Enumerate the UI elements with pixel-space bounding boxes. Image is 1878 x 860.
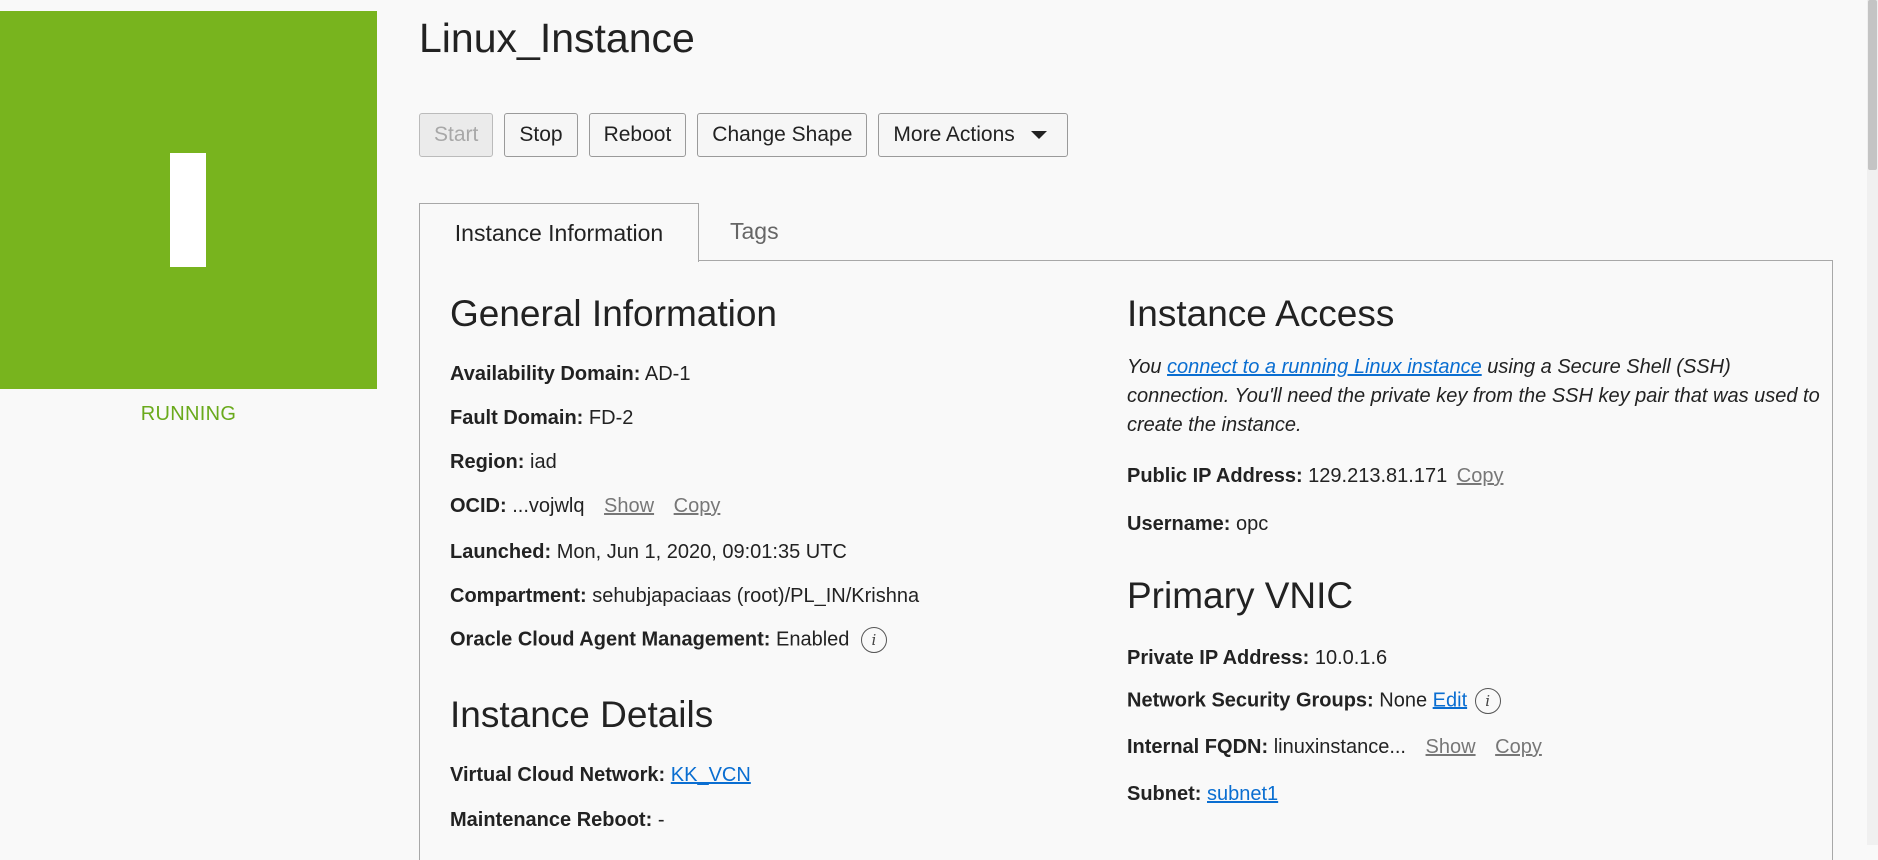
private-ip-label: Private IP Address: xyxy=(1127,647,1310,669)
region-row: Region: iad xyxy=(450,451,557,474)
instance-status-tile xyxy=(0,11,377,389)
info-icon[interactable]: i xyxy=(860,627,887,653)
page-scrollbar[interactable] xyxy=(1867,0,1878,845)
vcn-row: Virtual Cloud Network: KK_VCN xyxy=(450,764,751,787)
connect-instance-link[interactable]: connect to a running Linux instance xyxy=(1167,356,1482,378)
internal-fqdn-value: linuxinstance... xyxy=(1273,736,1406,758)
availability-domain-label: Availability Domain: xyxy=(450,363,641,385)
fqdn-copy-link[interactable]: Copy xyxy=(1495,736,1542,758)
subnet-row: Subnet: subnet1 xyxy=(1127,783,1278,806)
public-ip-value: 129.213.81.171 xyxy=(1308,465,1448,487)
agent-management-row: Oracle Cloud Agent Management: Enabled i xyxy=(450,627,887,653)
change-shape-button[interactable]: Change Shape xyxy=(697,113,868,157)
info-icon[interactable]: i xyxy=(1474,688,1501,714)
fqdn-show-link[interactable]: Show xyxy=(1426,736,1476,758)
internal-fqdn-label: Internal FQDN: xyxy=(1127,736,1269,758)
private-ip-row: Private IP Address: 10.0.1.6 xyxy=(1127,647,1387,670)
region-value: iad xyxy=(530,451,557,473)
compartment-row: Compartment: sehubjapaciaas (root)/PL_IN… xyxy=(450,585,919,608)
access-text-before: You xyxy=(1127,356,1168,378)
username-row: Username: opc xyxy=(1127,513,1268,536)
instance-status-label: RUNNING xyxy=(140,403,237,425)
agent-management-value: Enabled xyxy=(775,628,850,651)
nsg-row: Network Security Groups: None Edit i xyxy=(1127,688,1501,714)
start-button[interactable]: Start xyxy=(419,113,494,157)
more-actions-button[interactable]: More Actions xyxy=(878,113,1068,157)
maintenance-reboot-label: Maintenance Reboot: xyxy=(450,809,653,831)
general-information-heading: General Information xyxy=(450,293,778,334)
region-label: Region: xyxy=(450,451,525,473)
ocid-value: ...vojwlq xyxy=(512,495,585,517)
tab-instance-information[interactable]: Instance Information xyxy=(419,203,699,262)
scrollbar-thumb[interactable] xyxy=(1868,0,1877,170)
subnet-label: Subnet: xyxy=(1127,783,1202,805)
ocid-copy-link[interactable]: Copy xyxy=(674,495,721,517)
page-title: Linux_Instance xyxy=(419,15,695,61)
nsg-edit-link[interactable]: Edit xyxy=(1433,689,1467,711)
launched-row: Launched: Mon, Jun 1, 2020, 09:01:35 UTC xyxy=(450,541,847,564)
subnet-link[interactable]: subnet1 xyxy=(1207,783,1278,805)
launched-value: Mon, Jun 1, 2020, 09:01:35 UTC xyxy=(556,541,847,563)
public-ip-label: Public IP Address: xyxy=(1127,465,1303,487)
username-value: opc xyxy=(1235,513,1269,535)
reboot-button[interactable]: Reboot xyxy=(588,113,687,157)
instance-access-description: You connect to a running Linux instance … xyxy=(1127,353,1827,440)
private-ip-value: 10.0.1.6 xyxy=(1314,647,1388,669)
compartment-label: Compartment: xyxy=(450,585,587,607)
fault-domain-label: Fault Domain: xyxy=(450,407,584,429)
action-toolbar: Start Stop Reboot Change Shape More Acti… xyxy=(419,113,1068,157)
ocid-show-link[interactable]: Show xyxy=(604,495,654,517)
maintenance-reboot-value: - xyxy=(657,809,665,831)
caret-down-icon xyxy=(1030,131,1047,139)
launched-label: Launched: xyxy=(450,541,552,563)
public-ip-row: Public IP Address: 129.213.81.171 Copy xyxy=(1127,465,1503,488)
maintenance-reboot-row: Maintenance Reboot: - xyxy=(450,809,664,832)
availability-domain-row: Availability Domain: AD-1 xyxy=(450,363,690,386)
nsg-label: Network Security Groups: xyxy=(1127,689,1374,712)
internal-fqdn-row: Internal FQDN: linuxinstance... Show Cop… xyxy=(1127,736,1542,759)
tab-tags[interactable]: Tags xyxy=(730,218,779,245)
fault-domain-row: Fault Domain: FD-2 xyxy=(450,407,633,430)
instance-access-heading: Instance Access xyxy=(1127,293,1395,334)
instance-letter-icon xyxy=(170,153,206,267)
vcn-link[interactable]: KK_VCN xyxy=(671,764,751,786)
nsg-value: None xyxy=(1379,689,1428,712)
vcn-label: Virtual Cloud Network: xyxy=(450,764,666,786)
compartment-value: sehubjapaciaas (root)/PL_IN/Krishna xyxy=(592,585,920,607)
ocid-label: OCID: xyxy=(450,495,507,517)
agent-management-label: Oracle Cloud Agent Management: xyxy=(450,628,771,651)
stop-button[interactable]: Stop xyxy=(504,113,578,157)
ocid-row: OCID: ...vojwlq Show Copy xyxy=(450,495,720,518)
username-label: Username: xyxy=(1127,513,1231,535)
more-actions-label: More Actions xyxy=(893,123,1015,146)
fault-domain-value: FD-2 xyxy=(588,407,634,429)
public-ip-copy-link[interactable]: Copy xyxy=(1457,465,1504,487)
availability-domain-value: AD-1 xyxy=(644,363,691,385)
primary-vnic-heading: Primary VNIC xyxy=(1127,575,1354,616)
instance-details-heading: Instance Details xyxy=(450,694,714,735)
